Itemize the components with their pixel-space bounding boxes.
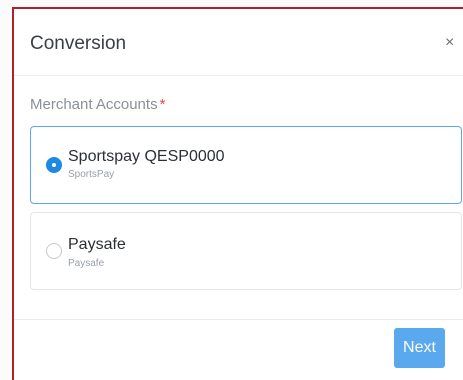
- conversion-modal: Conversion × Merchant Accounts * Sportspa…: [12, 7, 463, 380]
- radio-selected-icon[interactable]: [46, 157, 62, 173]
- footer-divider: [14, 319, 463, 320]
- radio-unselected-icon[interactable]: [46, 243, 62, 259]
- modal-header: Conversion ×: [14, 9, 463, 76]
- merchant-accounts-label-text: Merchant Accounts: [30, 96, 158, 113]
- option-subtitle: Paysafe: [68, 258, 105, 269]
- merchant-accounts-label: Merchant Accounts *: [30, 96, 165, 113]
- option-subtitle: SportsPay: [68, 169, 115, 180]
- merchant-option-sportspay[interactable]: Sportspay QESP0000 SportsPay: [30, 126, 462, 204]
- required-marker: *: [159, 96, 166, 113]
- next-button[interactable]: Next: [394, 328, 445, 368]
- option-title: Sportspay QESP0000: [68, 148, 225, 165]
- modal-title: Conversion: [30, 33, 127, 54]
- close-icon[interactable]: ×: [445, 34, 459, 52]
- merchant-option-paysafe[interactable]: Paysafe Paysafe: [30, 212, 462, 290]
- option-title: Paysafe: [68, 236, 126, 253]
